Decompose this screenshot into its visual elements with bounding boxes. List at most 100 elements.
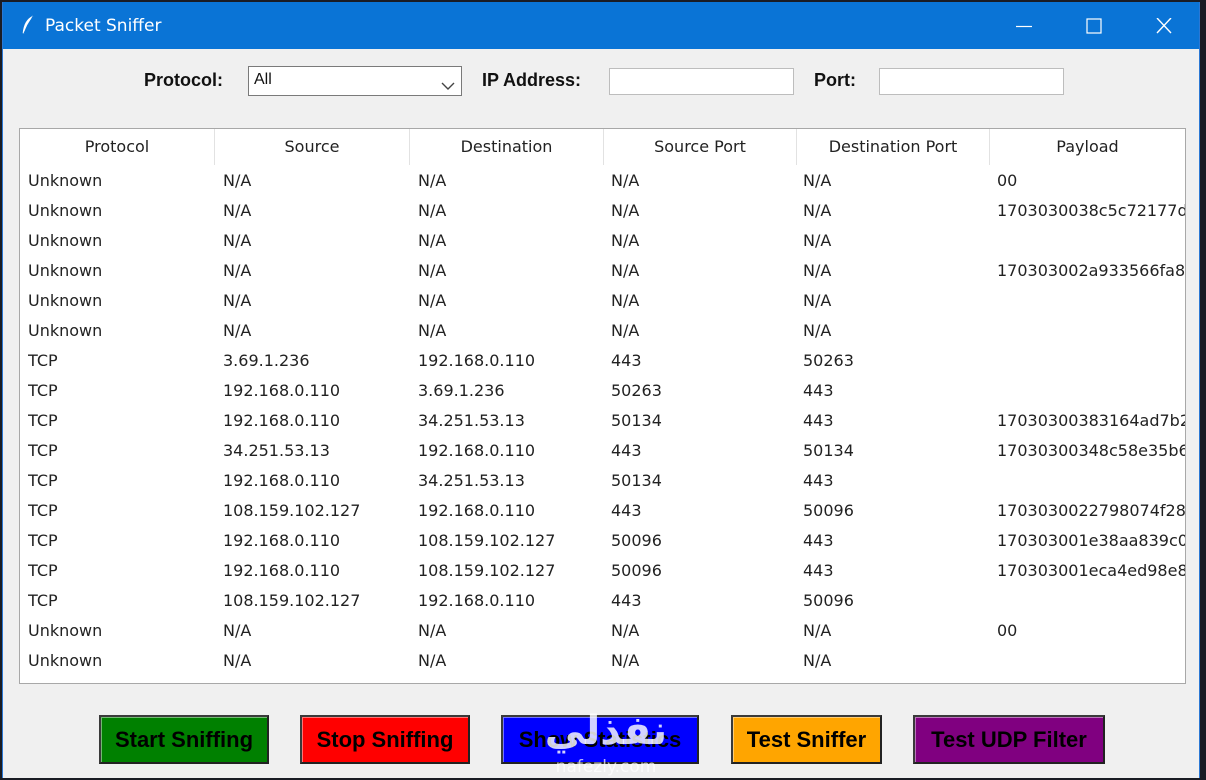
cell-destination: 34.251.53.13 — [418, 471, 525, 490]
cell-source-port: N/A — [611, 291, 640, 310]
cell-destination: N/A — [418, 621, 447, 640]
test-udp-filter-button[interactable]: Test UDP Filter — [913, 715, 1105, 764]
cell-destination-port: 443 — [803, 561, 834, 580]
cell-destination-port: 443 — [803, 381, 834, 400]
cell-source-port: N/A — [611, 321, 640, 340]
table-row[interactable]: Unknown N/A N/A N/A N/A 170303002a933566fa824 — [20, 256, 1185, 286]
cell-source-port: 443 — [611, 501, 642, 520]
packet-table[interactable]: Protocol Source Destination Source Port … — [19, 128, 1186, 684]
test-sniffer-button[interactable]: Test Sniffer — [731, 715, 882, 764]
cell-source: N/A — [223, 291, 252, 310]
cell-destination: 108.159.102.127 — [418, 531, 556, 550]
column-header-source-port[interactable]: Source Port — [604, 129, 797, 165]
cell-destination-port: N/A — [803, 201, 832, 220]
cell-destination-port: 443 — [803, 471, 834, 490]
table-row[interactable]: TCP 108.159.102.127 192.168.0.110 443 50096 — [20, 586, 1185, 616]
cell-protocol: TCP — [28, 591, 58, 610]
start-sniffing-button[interactable]: Start Sniffing — [99, 715, 269, 764]
cell-source: N/A — [223, 261, 252, 280]
cell-destination: N/A — [418, 261, 447, 280]
title-bar[interactable]: Packet Sniffer — [3, 2, 1199, 49]
table-row[interactable]: TCP 192.168.0.110 34.251.53.13 50134 443 1703… — [20, 406, 1185, 436]
chevron-down-icon — [441, 76, 455, 95]
cell-destination-port: N/A — [803, 171, 832, 190]
table-row[interactable]: TCP 192.168.0.110 108.159.102.127 50096 443 1… — [20, 526, 1185, 556]
cell-source-port: 50096 — [611, 531, 662, 550]
port-input[interactable] — [879, 68, 1064, 95]
table-row[interactable]: TCP 192.168.0.110 34.251.53.13 50134 443 — [20, 466, 1185, 496]
minimize-button[interactable] — [989, 2, 1059, 49]
table-row[interactable]: Unknown N/A N/A N/A N/A — [20, 646, 1185, 676]
table-row[interactable]: Unknown N/A N/A N/A N/A 00 — [20, 166, 1185, 196]
cell-source: N/A — [223, 651, 252, 670]
cell-protocol: Unknown — [28, 171, 103, 190]
cell-source: N/A — [223, 201, 252, 220]
ip-address-label: IP Address: — [482, 70, 582, 90]
cell-source: 108.159.102.127 — [223, 591, 361, 610]
cell-destination: N/A — [418, 231, 447, 250]
cell-destination: 192.168.0.110 — [418, 591, 536, 610]
table-row[interactable]: TCP 192.168.0.110 108.159.102.127 50096 443 1… — [20, 556, 1185, 586]
cell-destination: N/A — [418, 291, 447, 310]
table-row[interactable]: TCP 108.159.102.127 192.168.0.110 443 50096 1… — [20, 496, 1185, 526]
show-statistics-button[interactable]: Show Statistics — [501, 715, 699, 764]
cell-protocol: Unknown — [28, 651, 103, 670]
cell-protocol: Unknown — [28, 291, 103, 310]
cell-source-port: 50134 — [611, 471, 662, 490]
column-header-payload[interactable]: Payload — [990, 129, 1185, 165]
cell-source-port: 50096 — [611, 561, 662, 580]
window-title: Packet Sniffer — [45, 16, 162, 36]
cell-destination: 108.159.102.127 — [418, 561, 556, 580]
cell-payload: 1703030038c5c72177d7 — [997, 201, 1185, 220]
cell-destination-port: N/A — [803, 651, 832, 670]
table-row[interactable]: Unknown N/A N/A N/A N/A — [20, 316, 1185, 346]
cell-source: 34.251.53.13 — [223, 441, 330, 460]
cell-source-port: N/A — [611, 261, 640, 280]
maximize-button[interactable] — [1059, 2, 1129, 49]
ip-address-input[interactable] — [609, 68, 794, 95]
column-header-source[interactable]: Source — [215, 129, 410, 165]
minimize-icon — [1016, 25, 1032, 28]
cell-protocol: TCP — [28, 501, 58, 520]
cell-payload — [997, 646, 1185, 676]
cell-protocol: TCP — [28, 561, 58, 580]
table-row[interactable]: Unknown N/A N/A N/A N/A — [20, 286, 1185, 316]
table-row[interactable]: TCP 3.69.1.236 192.168.0.110 443 50263 — [20, 346, 1185, 376]
protocol-select[interactable]: All — [248, 66, 462, 96]
cell-source: 192.168.0.110 — [223, 471, 341, 490]
stop-sniffing-button[interactable]: Stop Sniffing — [300, 715, 470, 764]
cell-destination-port: 50096 — [803, 501, 854, 520]
cell-protocol: TCP — [28, 411, 58, 430]
cell-destination: N/A — [418, 171, 447, 190]
cell-protocol: Unknown — [28, 621, 103, 640]
cell-payload: 00 — [997, 621, 1018, 640]
cell-source: 3.69.1.236 — [223, 351, 310, 370]
cell-source-port: 50263 — [611, 381, 662, 400]
cell-destination-port: N/A — [803, 621, 832, 640]
cell-payload: 17030300348c58e35b6f9 — [997, 441, 1185, 460]
cell-payload — [997, 466, 1185, 496]
close-button[interactable] — [1129, 2, 1199, 49]
column-header-protocol[interactable]: Protocol — [20, 129, 215, 165]
cell-protocol: TCP — [28, 381, 58, 400]
table-row[interactable]: TCP 34.251.53.13 192.168.0.110 443 50134 1703… — [20, 436, 1185, 466]
cell-source: 192.168.0.110 — [223, 411, 341, 430]
cell-destination: N/A — [418, 321, 447, 340]
column-header-destination-port[interactable]: Destination Port — [797, 129, 990, 165]
cell-source-port: N/A — [611, 201, 640, 220]
cell-source: 108.159.102.127 — [223, 501, 361, 520]
cell-source-port: N/A — [611, 651, 640, 670]
cell-protocol: TCP — [28, 441, 58, 460]
cell-destination-port: N/A — [803, 321, 832, 340]
cell-payload — [997, 226, 1185, 256]
table-row[interactable]: Unknown N/A N/A N/A N/A — [20, 226, 1185, 256]
cell-destination-port: N/A — [803, 261, 832, 280]
column-header-destination[interactable]: Destination — [410, 129, 604, 165]
table-row[interactable]: Unknown N/A N/A N/A N/A 1703030038c5c72177d7 — [20, 196, 1185, 226]
cell-destination-port: 50134 — [803, 441, 854, 460]
table-row[interactable]: Unknown N/A N/A N/A N/A 00 — [20, 616, 1185, 646]
cell-source-port: 443 — [611, 441, 642, 460]
table-row[interactable]: TCP 192.168.0.110 3.69.1.236 50263 443 — [20, 376, 1185, 406]
cell-destination-port: N/A — [803, 291, 832, 310]
cell-destination-port: 443 — [803, 411, 834, 430]
